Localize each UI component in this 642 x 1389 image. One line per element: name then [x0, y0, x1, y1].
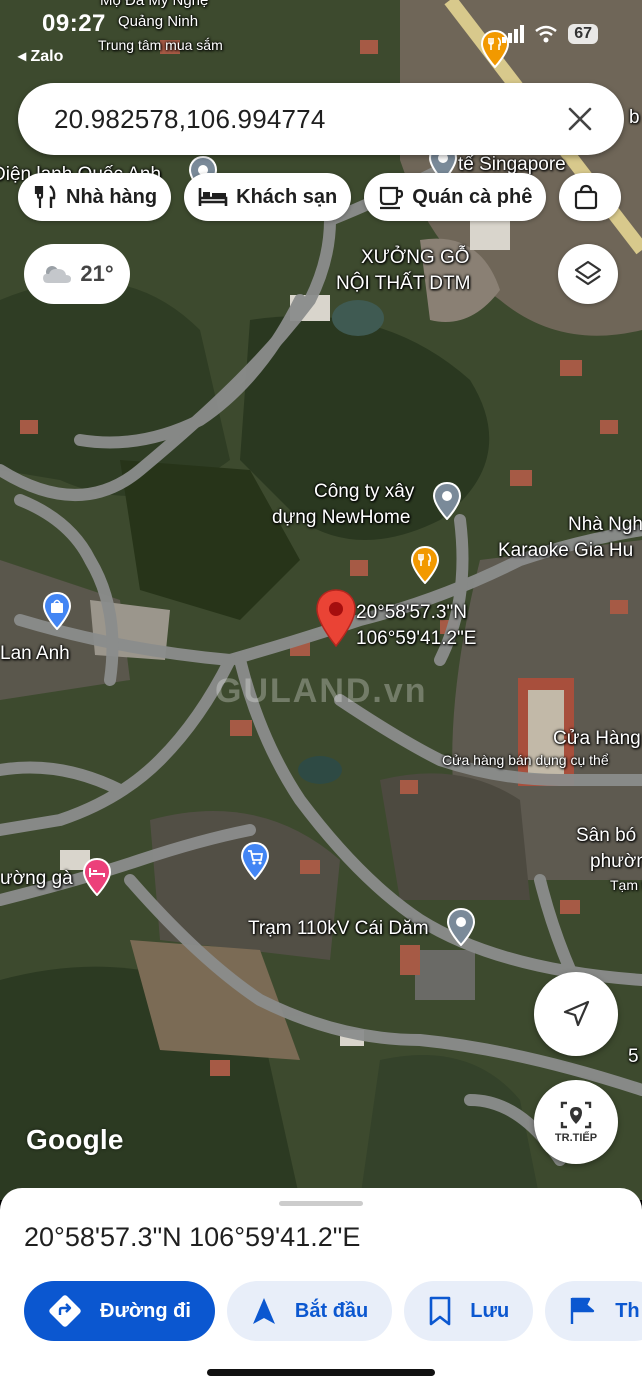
map-label[interactable]: Tạm thờ: [610, 877, 642, 894]
bed-icon: [198, 188, 228, 206]
coffee-cup-icon: [380, 186, 404, 210]
action-buttons: Đường đi Bắt đầu Lưu Th: [24, 1281, 642, 1341]
place-bottom-sheet[interactable]: 20°58'57.3"N 106°59'41.2"E Đường đi Bắt …: [0, 1188, 642, 1389]
chip-label: Quán cà phê: [412, 185, 533, 208]
save-label: Lưu: [470, 1299, 510, 1322]
status-icons: 67: [502, 24, 598, 44]
gray-place-marker-icon[interactable]: [432, 482, 462, 520]
bookmark-icon: [429, 1296, 451, 1326]
sheet-drag-handle[interactable]: [279, 1201, 363, 1206]
label-button[interactable]: Th: [545, 1281, 642, 1341]
gray-place-marker-icon[interactable]: [446, 908, 476, 946]
chip-cafes[interactable]: Quán cà phê: [364, 173, 547, 221]
close-icon: [568, 107, 592, 131]
chip-shopping[interactable]: [559, 173, 622, 221]
chip-hotels[interactable]: Khách sạn: [184, 173, 352, 221]
battery-indicator: 67: [568, 24, 598, 44]
map-label[interactable]: dựng NewHome: [272, 507, 410, 530]
map-label[interactable]: Karaoke Gia Hu: [498, 540, 633, 563]
map-label[interactable]: Lan Anh: [0, 643, 70, 666]
chip-label: Nhà hàng: [66, 185, 158, 208]
map-label[interactable]: Công ty xây: [314, 481, 414, 504]
map-label[interactable]: Mộ Đá Mỹ Nghệ: [100, 0, 208, 10]
map-label[interactable]: Nhà Ngh: [568, 514, 642, 537]
my-location-button[interactable]: [534, 972, 618, 1056]
place-coordinates: 20°58'57.3"N 106°59'41.2"E: [24, 1222, 361, 1252]
map-label[interactable]: Cửa hàng bán dụng cụ thể: [442, 752, 609, 769]
flag-icon: [570, 1297, 595, 1324]
map-label: 5: [628, 1046, 639, 1067]
directions-label: Đường đi: [100, 1299, 191, 1322]
map-label[interactable]: XƯỞNG GỖ: [361, 247, 470, 270]
navigation-arrow-icon: [252, 1298, 275, 1324]
map-label[interactable]: NỘI THẤT DTM: [336, 273, 470, 296]
signal-icon: [502, 25, 525, 43]
shopping-bag-icon: [575, 184, 598, 210]
watermark: GULAND.vn: [215, 672, 428, 710]
layers-icon: [574, 260, 602, 286]
location-arrow-icon: [563, 1000, 590, 1027]
pin-label-lng: 106°59'41.2"E: [356, 628, 477, 649]
map-label[interactable]: phường: [590, 851, 642, 874]
map-label[interactable]: Sân bó: [576, 825, 636, 848]
home-indicator: [207, 1369, 435, 1376]
map-label: b: [629, 107, 640, 128]
dropped-pin-icon[interactable]: [314, 588, 358, 648]
save-button[interactable]: Lưu: [404, 1281, 534, 1341]
map-label[interactable]: Quảng Ninh: [118, 13, 198, 31]
live-view-caption: TR.TIẾP: [554, 1132, 598, 1144]
temperature: 21°: [80, 261, 114, 286]
shopping-cart-marker-icon[interactable]: [240, 842, 270, 880]
start-button[interactable]: Bắt đầu: [226, 1281, 393, 1341]
clear-search-button[interactable]: [560, 99, 600, 139]
search-bar[interactable]: 20.982578,106.994774: [18, 83, 624, 155]
map-label[interactable]: Trung tâm mua sắm: [98, 37, 223, 54]
chip-label: Khách sạn: [236, 185, 338, 208]
map-label[interactable]: ường gà: [0, 868, 73, 891]
start-label: Bắt đầu: [294, 1299, 369, 1322]
back-to-app-link[interactable]: ◂ Zalo: [18, 46, 63, 66]
label-label: Th: [615, 1299, 640, 1322]
restaurant-marker-icon[interactable]: [410, 546, 440, 584]
map-layers-button[interactable]: [558, 244, 618, 304]
directions-icon: [49, 1295, 81, 1327]
shopping-marker-icon[interactable]: [42, 592, 72, 630]
live-view-button[interactable]: TR.TIẾP: [534, 1080, 618, 1164]
map-label[interactable]: Cửa Hàng: [553, 728, 641, 751]
chip-restaurants[interactable]: Nhà hàng: [18, 173, 172, 221]
category-chips: Nhà hàng Khách sạn Quán cà phê: [18, 173, 622, 221]
live-view-icon: [560, 1101, 592, 1129]
fork-knife-icon: [34, 185, 56, 208]
google-logo: Google: [26, 1124, 124, 1155]
lodging-marker-icon[interactable]: [82, 858, 112, 896]
wifi-icon: [535, 25, 557, 43]
status-time: 09:27: [42, 10, 106, 37]
map-label[interactable]: Trạm 110kV Cái Dăm: [248, 918, 429, 941]
weather-chip[interactable]: 21°: [24, 244, 130, 304]
cloudy-weather-icon: [43, 266, 72, 283]
search-input[interactable]: 20.982578,106.994774: [54, 104, 560, 135]
directions-button[interactable]: Đường đi: [24, 1281, 215, 1341]
pin-label-lat: 20°58'57.3"N: [356, 602, 467, 623]
